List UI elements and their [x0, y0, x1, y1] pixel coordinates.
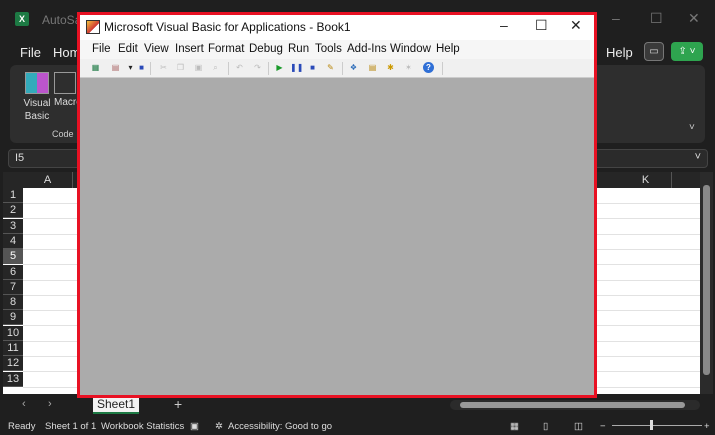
- zoom-in-icon[interactable]: +: [704, 421, 710, 432]
- zoom-slider-thumb[interactable]: [650, 420, 653, 430]
- vba-menu-help[interactable]: Help: [436, 43, 460, 55]
- accessibility-icon: ✲: [215, 421, 223, 432]
- row-header-6[interactable]: 6: [3, 264, 23, 280]
- vba-title-bar[interactable]: Microsoft Visual Basic for Applications …: [80, 15, 594, 40]
- next-sheet-icon[interactable]: ›: [48, 398, 52, 410]
- toolbar-separator: [150, 62, 151, 75]
- prev-sheet-icon[interactable]: ‹: [22, 398, 26, 410]
- share-button[interactable]: ⇪ ˅: [671, 42, 703, 61]
- toolbox-icon[interactable]: ✶: [403, 62, 414, 73]
- vba-menu-edit[interactable]: Edit: [118, 43, 138, 55]
- toolbar-separator: [268, 62, 269, 75]
- horizontal-scroll-thumb[interactable]: [460, 402, 685, 408]
- row-header-10[interactable]: 10: [3, 325, 23, 341]
- zoom-slider[interactable]: [612, 425, 702, 426]
- row-header-9[interactable]: 9: [3, 310, 23, 326]
- row-header-12[interactable]: 12: [3, 356, 23, 372]
- zoom-out-icon[interactable]: −: [600, 421, 606, 432]
- status-sheet: Sheet 1 of 1: [45, 421, 97, 432]
- design-mode-icon[interactable]: ✎: [325, 62, 336, 73]
- properties-icon[interactable]: ▤: [367, 62, 378, 73]
- vba-menu-tools[interactable]: Tools: [315, 43, 342, 55]
- sheet-tab[interactable]: Sheet1: [93, 396, 139, 414]
- add-sheet-icon[interactable]: +: [174, 396, 182, 412]
- row-header-13[interactable]: 13: [3, 371, 23, 387]
- comments-button[interactable]: ▭: [644, 42, 664, 61]
- run-icon[interactable]: ▶: [274, 62, 285, 73]
- break-icon[interactable]: ❚❚: [290, 62, 303, 73]
- object-browser-icon[interactable]: ✱: [385, 62, 396, 73]
- column-header-a[interactable]: A: [23, 172, 73, 188]
- page-layout-icon[interactable]: ▯: [543, 421, 548, 432]
- code-group-label: Code: [52, 129, 74, 139]
- vba-close-icon[interactable]: ✕: [570, 17, 582, 34]
- vba-toolbar: ▦ ▤ ▾ ■ ✂ ❐ ▣ ⌕ ↶ ↷ ▶ ❚❚ ■ ✎ ❖ ▤ ✱ ✶?: [80, 59, 594, 78]
- tab-file[interactable]: File: [20, 45, 41, 60]
- status-bar: Ready Sheet 1 of 1 Workbook Statistics ▣…: [0, 417, 715, 435]
- vba-menu-add-ins[interactable]: Add-Ins: [347, 43, 387, 55]
- cut-icon[interactable]: ✂: [158, 62, 169, 73]
- macro-record-icon[interactable]: ▣: [190, 421, 199, 432]
- row-header-3[interactable]: 3: [3, 218, 23, 234]
- vba-menu-insert[interactable]: Insert: [175, 43, 204, 55]
- toolbar-separator: [342, 62, 343, 75]
- vba-menu-file[interactable]: File: [92, 43, 111, 55]
- redo-icon[interactable]: ↷: [252, 62, 263, 73]
- insert-userform-icon[interactable]: ▤: [110, 62, 121, 73]
- row-header-5[interactable]: 5: [3, 249, 23, 265]
- status-ready: Ready: [8, 421, 36, 432]
- vba-menu-bar: File Edit View Insert Format Debug Run Tools Add…: [80, 40, 594, 59]
- tab-help[interactable]: Help: [606, 45, 633, 60]
- row-header-7[interactable]: 7: [3, 279, 23, 295]
- vba-title: Microsoft Visual Basic for Applications …: [104, 20, 351, 34]
- row-header-4[interactable]: 4: [3, 233, 23, 249]
- undo-icon[interactable]: ↶: [234, 62, 245, 73]
- vba-app-icon: [86, 20, 100, 34]
- vba-maximize-icon[interactable]: ☐: [535, 17, 548, 34]
- vba-menu-format[interactable]: Format: [208, 43, 244, 55]
- accessibility-status[interactable]: Accessibility: Good to go: [228, 421, 332, 432]
- row-header-11[interactable]: 11: [3, 341, 23, 356]
- dropdown-icon[interactable]: ▾: [125, 62, 136, 73]
- excel-logo-icon: X: [15, 12, 29, 26]
- row-header-8[interactable]: 8: [3, 295, 23, 311]
- excel-close-icon[interactable]: ✕: [688, 10, 700, 27]
- visual-basic-button[interactable]: Visual Basic: [20, 72, 54, 123]
- macros-icon: [54, 72, 76, 94]
- row-header-2[interactable]: 2: [3, 203, 23, 219]
- help-icon[interactable]: ?: [423, 62, 434, 73]
- toolbar-separator: [442, 62, 443, 75]
- paste-icon[interactable]: ▣: [193, 62, 204, 73]
- vba-menu-run[interactable]: Run: [288, 43, 309, 55]
- reset-icon[interactable]: ■: [307, 62, 318, 73]
- copy-icon[interactable]: ❐: [175, 62, 186, 73]
- normal-view-icon[interactable]: ▦: [510, 421, 519, 432]
- excel-minimize-icon[interactable]: –: [612, 10, 620, 26]
- project-explorer-icon[interactable]: ❖: [348, 62, 359, 73]
- row-header-1[interactable]: 1: [3, 188, 23, 203]
- excel-maximize-icon[interactable]: ☐: [650, 10, 663, 27]
- save-icon[interactable]: ■: [136, 62, 147, 73]
- ribbon-collapse-icon[interactable]: ˅: [689, 122, 695, 133]
- vertical-scroll-thumb[interactable]: [703, 185, 710, 375]
- vba-menu-view[interactable]: View: [144, 43, 169, 55]
- page-break-icon[interactable]: ◫: [574, 421, 583, 432]
- vba-editor-window[interactable]: Microsoft Visual Basic for Applications …: [77, 12, 597, 398]
- vba-minimize-icon[interactable]: –: [500, 17, 508, 33]
- vba-menu-debug[interactable]: Debug: [249, 43, 283, 55]
- vba-workspace: [80, 79, 594, 395]
- workbook-statistics[interactable]: Workbook Statistics: [101, 421, 184, 432]
- view-excel-icon[interactable]: ▦: [90, 62, 101, 73]
- chevron-down-icon: ˅: [694, 151, 701, 163]
- visual-basic-icon: [25, 72, 49, 94]
- vba-menu-window[interactable]: Window: [390, 43, 431, 55]
- toolbar-separator: [228, 62, 229, 75]
- find-icon[interactable]: ⌕: [210, 62, 221, 73]
- column-header-k[interactable]: K: [620, 172, 672, 188]
